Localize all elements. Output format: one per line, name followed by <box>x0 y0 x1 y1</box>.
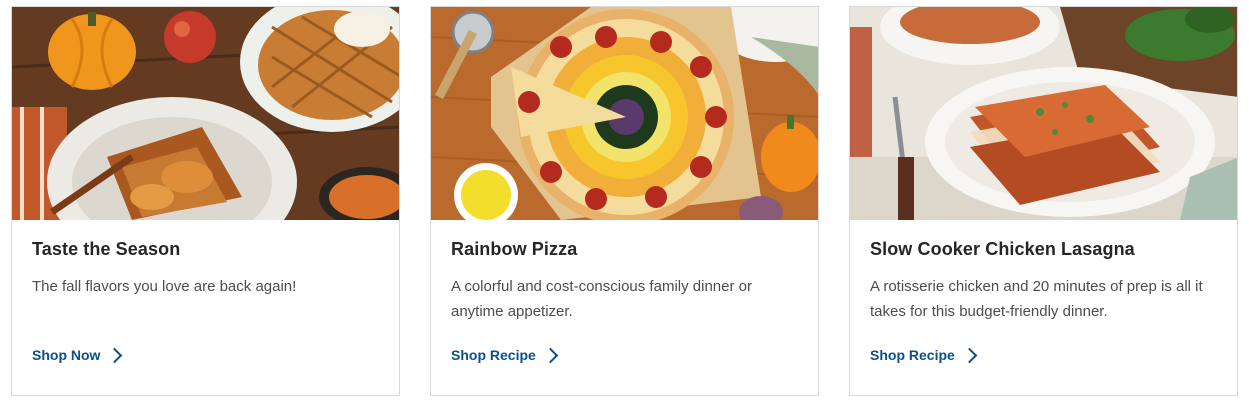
promo-card-slow-cooker-chicken-lasagna[interactable]: Slow Cooker Chicken Lasagna A rotisserie… <box>849 6 1238 396</box>
lasagna-image[interactable] <box>850 7 1237 220</box>
rainbow-pizza-image[interactable] <box>431 7 818 220</box>
shop-recipe-link[interactable]: Shop Recipe <box>870 347 978 364</box>
promo-card-rainbow-pizza[interactable]: Rainbow Pizza A colorful and cost-consci… <box>430 6 819 396</box>
card-description: A rotisserie chicken and 20 minutes of p… <box>870 278 1203 320</box>
cta-label: Shop Recipe <box>870 347 955 363</box>
cta-label: Shop Recipe <box>451 347 536 363</box>
chevron-right-icon <box>542 347 559 364</box>
fall-breakfast-image[interactable] <box>12 7 399 220</box>
card-description: A colorful and cost-conscious family din… <box>451 278 752 320</box>
cta-label: Shop Now <box>32 347 101 363</box>
chevron-right-icon <box>107 347 123 364</box>
promo-card-taste-the-season[interactable]: Taste the Season The fall flavors you lo… <box>11 6 400 396</box>
shop-now-link[interactable]: Shop Now <box>32 347 123 364</box>
card-title[interactable]: Taste the Season <box>32 239 180 260</box>
promo-card-grid: Taste the Season The fall flavors you lo… <box>0 0 1249 405</box>
card-title[interactable]: Slow Cooker Chicken Lasagna <box>870 239 1135 260</box>
card-description: The fall flavors you love are back again… <box>32 278 297 295</box>
shop-recipe-link[interactable]: Shop Recipe <box>451 347 559 364</box>
card-title[interactable]: Rainbow Pizza <box>451 239 577 260</box>
chevron-right-icon <box>961 347 978 364</box>
